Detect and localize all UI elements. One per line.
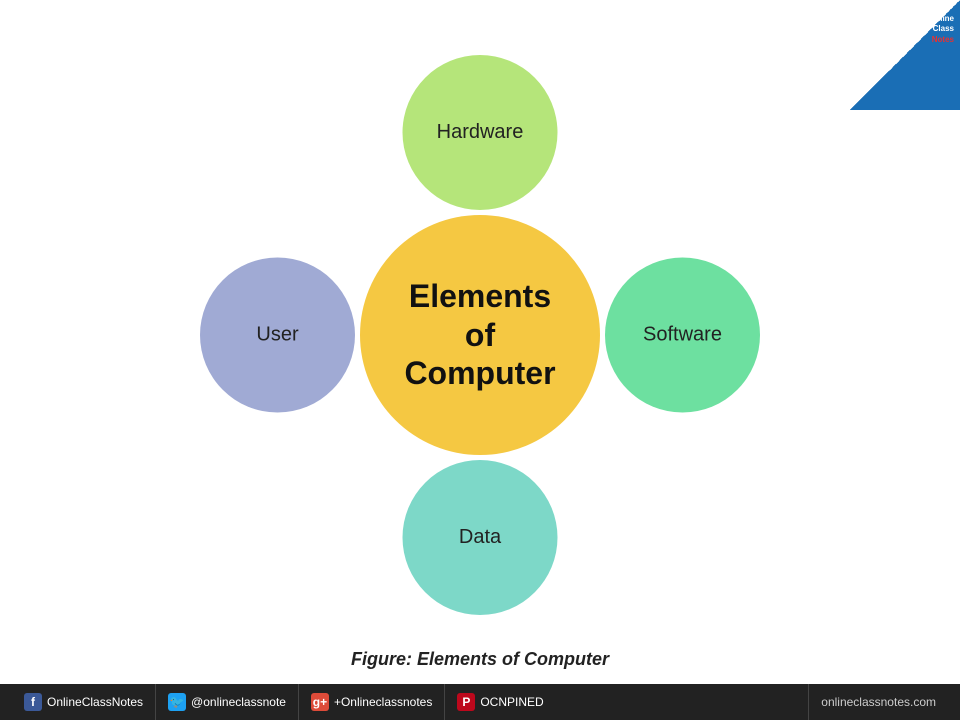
corner-ribbon: Online Class Notes (850, 0, 960, 110)
diagram-container: Hardware Software Data User Elements of … (0, 30, 960, 640)
software-circle: Software (605, 258, 760, 413)
facebook-label: OnlineClassNotes (47, 695, 143, 709)
hardware-circle: Hardware (403, 55, 558, 210)
corner-ribbon-text: Online Class Notes (878, 8, 958, 88)
data-label: Data (459, 526, 501, 549)
figure-caption: Figure: Elements of Computer (0, 649, 960, 670)
footer-twitter: 🐦 @onlineclassnote (155, 684, 298, 720)
twitter-label: @onlineclassnote (191, 695, 286, 709)
footer-bar: f OnlineClassNotes 🐦 @onlineclassnote g+… (0, 684, 960, 720)
pinterest-label: OCNPINED (480, 695, 543, 709)
hardware-label: Hardware (437, 121, 524, 144)
center-circle: Elements of Computer (360, 215, 600, 455)
pinterest-icon: P (457, 693, 475, 711)
user-label: User (256, 324, 298, 347)
twitter-icon: 🐦 (168, 693, 186, 711)
footer-facebook: f OnlineClassNotes (12, 684, 155, 720)
footer-googleplus: g+ +Onlineclassnotes (298, 684, 444, 720)
googleplus-label: +Onlineclassnotes (334, 695, 432, 709)
footer-website: onlineclassnotes.com (808, 684, 948, 720)
data-circle: Data (403, 460, 558, 615)
googleplus-icon: g+ (311, 693, 329, 711)
software-label: Software (643, 324, 722, 347)
center-text: Elements of Computer (404, 277, 555, 392)
elements-of-computer-diagram: Hardware Software Data User Elements of … (200, 55, 760, 615)
user-circle: User (200, 258, 355, 413)
footer-pinterest: P OCNPINED (444, 684, 555, 720)
facebook-icon: f (24, 693, 42, 711)
